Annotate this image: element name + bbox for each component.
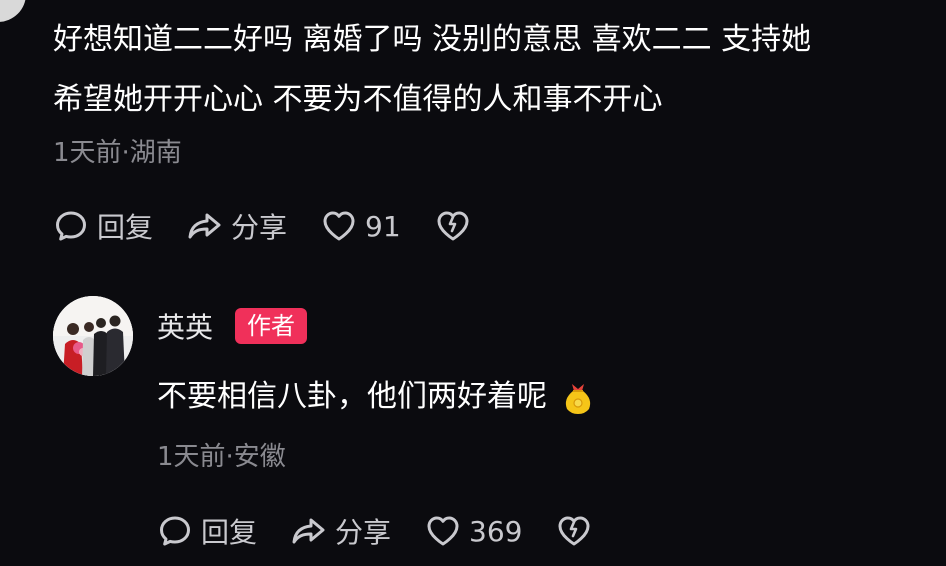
comment-1-meta: 1天前·湖南 — [53, 138, 182, 168]
broken-heart-icon — [556, 513, 592, 549]
previous-avatar[interactable] — [0, 0, 26, 22]
share-icon — [187, 208, 223, 244]
comment-1-text: 好想知道二二好吗 离婚了吗 没别的意思 喜欢二二 支持她 希望她开开心心 不要为… — [53, 10, 933, 130]
author-row: 英英 作者 — [157, 306, 308, 346]
like-button[interactable]: 369 — [425, 513, 522, 549]
reply-button[interactable]: 回复 — [53, 206, 153, 246]
comment-icon — [53, 208, 89, 244]
comment-1-actions: 回复 分享 91 — [53, 206, 505, 246]
like-button[interactable]: 91 — [321, 208, 401, 244]
comment-2-actions: 回复 分享 369 — [157, 511, 626, 551]
avatar-photo — [53, 296, 133, 376]
comment-2-meta: 1天前·安徽 — [157, 442, 286, 472]
author-name[interactable]: 英英 — [157, 306, 213, 346]
comment-1-text-line-1: 好想知道二二好吗 离婚了吗 没别的意思 喜欢二二 支持她 — [53, 22, 812, 57]
share-button[interactable]: 分享 — [187, 206, 287, 246]
reply-button[interactable]: 回复 — [157, 511, 257, 551]
comment-1-text-line-2: 希望她开开心心 不要为不值得的人和事不开心 — [53, 82, 663, 117]
share-label: 分享 — [335, 516, 392, 549]
reply-label: 回复 — [97, 211, 154, 244]
reply-label: 回复 — [201, 516, 258, 549]
dislike-button[interactable] — [556, 513, 592, 549]
blessing-bag-emoji — [561, 379, 595, 415]
comment-section: 好想知道二二好吗 离婚了吗 没别的意思 喜欢二二 支持她 希望她开开心心 不要为… — [0, 0, 946, 566]
dislike-button[interactable] — [435, 208, 471, 244]
author-badge: 作者 — [235, 308, 308, 344]
share-icon — [291, 513, 327, 549]
comment-2-text: 不要相信八卦，他们两好着呢 — [157, 372, 595, 422]
heart-icon — [321, 208, 357, 244]
share-label: 分享 — [231, 211, 288, 244]
heart-icon — [425, 513, 461, 549]
share-button[interactable]: 分享 — [291, 511, 391, 551]
like-count: 369 — [469, 514, 523, 548]
like-count: 91 — [365, 209, 401, 243]
broken-heart-icon — [435, 208, 471, 244]
comment-2-text-body: 不要相信八卦，他们两好着呢 — [157, 379, 547, 414]
comment-icon — [157, 513, 193, 549]
author-avatar[interactable] — [53, 296, 133, 376]
